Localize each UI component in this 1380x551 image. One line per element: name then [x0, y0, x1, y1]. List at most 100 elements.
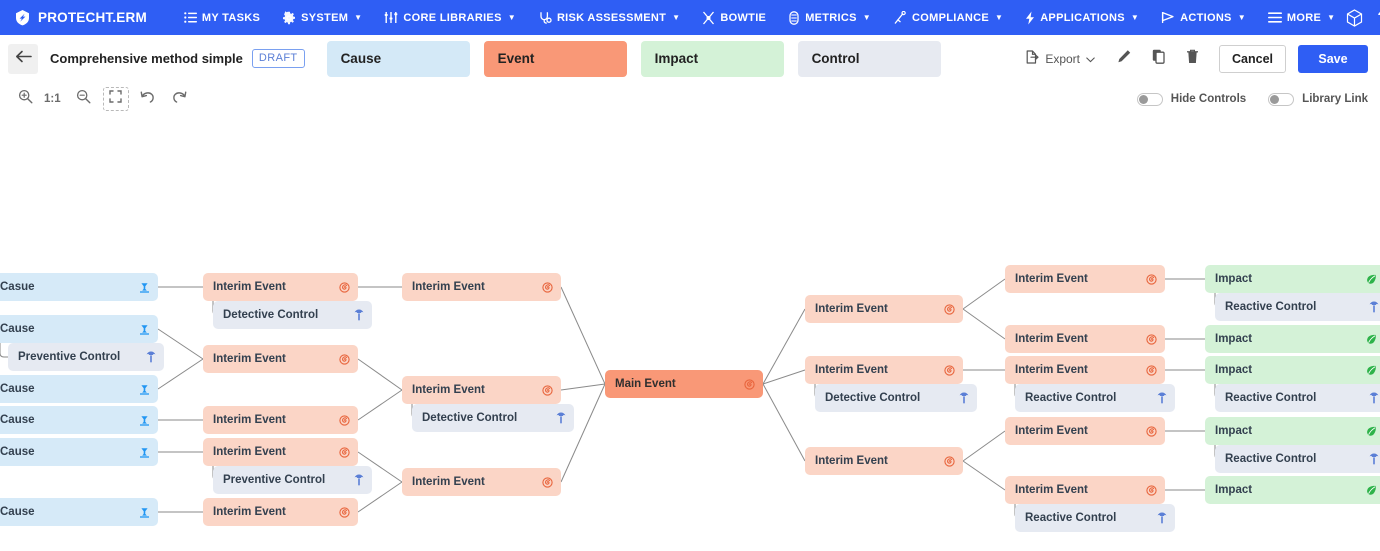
legend-chip-impact[interactable]: Impact [641, 41, 784, 77]
diagram-node-cause[interactable]: Casue [0, 273, 158, 301]
diagram-node-event[interactable]: Interim Event [805, 447, 963, 475]
edit-button[interactable] [1109, 44, 1139, 74]
back-button[interactable] [8, 44, 38, 74]
impact-leaf-icon [1366, 426, 1377, 437]
diagram-node-cause[interactable]: Cause [0, 438, 158, 466]
nav-item-compliance[interactable]: COMPLIANCE ▼ [882, 0, 1014, 35]
diagram-node-control[interactable]: Detective Control [213, 301, 372, 329]
diagram-node-control[interactable]: Detective Control [412, 404, 574, 432]
diagram-node-impact[interactable]: Impact [1205, 476, 1380, 504]
export-icon [1025, 50, 1039, 67]
fit-screen-icon [109, 90, 122, 108]
edge-line [763, 309, 805, 384]
diagram-node-event[interactable]: Interim Event [1005, 417, 1165, 445]
diagram-node-event[interactable]: Interim Event [1005, 265, 1165, 293]
diagram-node-cause[interactable]: Cause [0, 406, 158, 434]
diagram-node-event[interactable]: Interim Event [1005, 325, 1165, 353]
zoom-in-button[interactable] [12, 87, 38, 111]
legend-chip-event[interactable]: Event [484, 41, 627, 77]
chevron-down-icon: ▼ [672, 14, 680, 22]
nav-item-core-libraries[interactable]: CORE LIBRARIES ▼ [373, 0, 527, 35]
event-swirl-icon [944, 365, 955, 376]
zoom-ratio-label[interactable]: 1:1 [44, 93, 61, 105]
diagram-node-cause[interactable]: Cause [0, 315, 158, 343]
nav-item-metrics[interactable]: METRICS ▼ [777, 0, 882, 35]
diagram-node-control[interactable]: Reactive Control [1215, 293, 1380, 321]
event-swirl-icon [1146, 485, 1157, 496]
undo-icon [140, 90, 155, 109]
control-shield-icon [1369, 301, 1379, 313]
diagram-node-event[interactable]: Interim Event [203, 438, 358, 466]
hide-controls-toggle[interactable]: Hide Controls [1137, 93, 1246, 106]
nav-item-bowtie[interactable]: BOWTIE [691, 0, 777, 35]
diagram-node-control[interactable]: Preventive Control [213, 466, 372, 494]
library-link-toggle[interactable]: Library Link [1268, 93, 1368, 106]
export-button[interactable]: Export [1015, 44, 1105, 73]
diagram-node-cause[interactable]: Cause [0, 498, 158, 526]
legend-chip-cause[interactable]: Cause [327, 41, 470, 77]
diagram-node-event[interactable]: Interim Event [203, 345, 358, 373]
legend-chips: Cause Event Impact Control [327, 41, 941, 77]
diagram-node-event[interactable]: Interim Event [402, 273, 561, 301]
diagram-node-impact[interactable]: Impact [1205, 265, 1380, 293]
diagram-node-event[interactable]: Interim Event [805, 295, 963, 323]
diagram-node-event[interactable]: Interim Event [402, 468, 561, 496]
toggle-knob [1139, 95, 1148, 104]
diagram-node-control[interactable]: Reactive Control [1015, 384, 1175, 412]
diagram-node-event[interactable]: Interim Event [203, 406, 358, 434]
diagram-node-main[interactable]: Main Event [605, 370, 763, 398]
diagram-node-control[interactable]: Reactive Control [1015, 504, 1175, 532]
legend-chip-control[interactable]: Control [798, 41, 941, 77]
impact-leaf-icon [1366, 485, 1377, 496]
node-label: Interim Event [1015, 364, 1146, 376]
nav-item-my-tasks[interactable]: MY TASKS [173, 0, 271, 35]
zoom-out-icon [76, 89, 91, 109]
diagram-node-event[interactable]: Interim Event [805, 356, 963, 384]
status-badge: DRAFT [252, 49, 305, 68]
chevron-down-icon: ▼ [995, 14, 1003, 22]
zoom-in-icon [18, 89, 33, 109]
diagram-node-event[interactable]: Interim Event [203, 273, 358, 301]
diagram-node-cause[interactable]: Cause [0, 375, 158, 403]
undo-button[interactable] [135, 87, 161, 111]
diagram-node-impact[interactable]: Impact [1205, 417, 1380, 445]
node-label: Interim Event [213, 414, 339, 426]
child-link-line [0, 343, 8, 357]
bowtie-diagram-canvas[interactable]: CasueCausePreventive ControlCauseCauseCa… [0, 116, 1380, 551]
chevron-down-icon: ▼ [1238, 14, 1246, 22]
nav-item-actions[interactable]: ACTIONS ▼ [1150, 0, 1257, 35]
node-label: Interim Event [412, 476, 542, 488]
zoom-out-button[interactable] [71, 87, 97, 111]
gauge-icon [788, 11, 800, 25]
chevron-down-icon: ▼ [1131, 14, 1139, 22]
control-shield-icon [1157, 392, 1167, 404]
diagram-node-event[interactable]: Interim Event [402, 376, 561, 404]
diagram-node-control[interactable]: Preventive Control [8, 343, 164, 371]
diagram-node-event[interactable]: Interim Event [1005, 356, 1165, 384]
nav-item-system[interactable]: SYSTEM ▼ [271, 0, 373, 35]
diagram-node-control[interactable]: Reactive Control [1215, 384, 1380, 412]
page-title: Comprehensive method simple [50, 51, 243, 66]
nav-item-risk-assessment[interactable]: RISK ASSESSMENT ▼ [527, 0, 691, 35]
diagram-node-control[interactable]: Detective Control [815, 384, 977, 412]
nav-item-more[interactable]: MORE ▼ [1257, 0, 1346, 35]
nav-item-label: CORE LIBRARIES [403, 12, 501, 24]
save-button[interactable]: Save [1298, 45, 1368, 73]
brand-logo[interactable]: PROTECHT.ERM [14, 9, 147, 26]
node-label: Interim Event [815, 455, 944, 467]
diagram-node-control[interactable]: Reactive Control [1215, 445, 1380, 473]
cube-icon[interactable] [1346, 9, 1363, 27]
copy-button[interactable] [1143, 44, 1173, 74]
fit-screen-button[interactable] [103, 87, 129, 111]
cancel-button[interactable]: Cancel [1219, 45, 1286, 73]
stethoscope-icon [538, 11, 552, 25]
diagram-node-event[interactable]: Interim Event [203, 498, 358, 526]
legend-label: Control [812, 51, 860, 66]
diagram-node-event[interactable]: Interim Event [1005, 476, 1165, 504]
delete-button[interactable] [1177, 44, 1207, 74]
redo-button[interactable] [167, 87, 193, 111]
diagram-node-impact[interactable]: Impact [1205, 356, 1380, 384]
nav-item-applications[interactable]: APPLICATIONS ▼ [1014, 0, 1150, 35]
diagram-node-impact[interactable]: Impact [1205, 325, 1380, 353]
control-shield-icon [354, 309, 364, 321]
